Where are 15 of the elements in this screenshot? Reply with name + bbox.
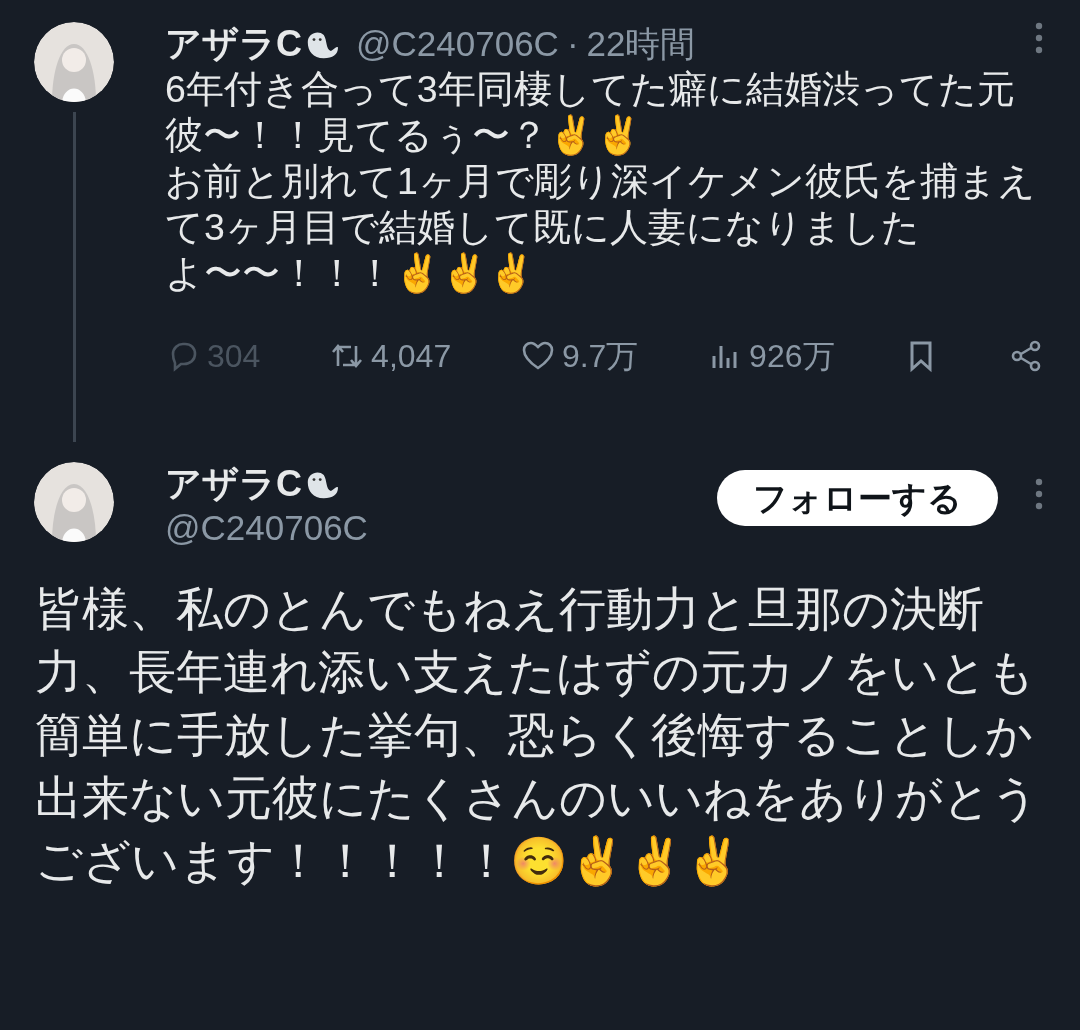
more-icon[interactable] (1034, 478, 1044, 510)
follow-button[interactable]: フォローする (717, 470, 998, 526)
more-icon[interactable] (1034, 22, 1044, 54)
like-button[interactable]: 9.7万 (519, 332, 639, 380)
tweet-text: お前と別れて1ヶ月で彫り深イケメン彼氏を捕まえて3ヶ月目で結婚して既に人妻になりましたよ〜〜！！！✌✌✌ (165, 159, 1037, 296)
views-button[interactable]: 926万 (707, 332, 835, 380)
tweet-text: 6年付き合って3年同棲してた癖に結婚渋ってた元彼〜！！見てるぅ〜？✌✌ (165, 67, 1016, 158)
author-name: アザラC (165, 22, 302, 66)
author-name: アザラC (165, 462, 302, 506)
retweet-button[interactable]: 4,047 (329, 332, 452, 380)
author-handle: @C240706C (356, 23, 559, 65)
author-handle: @C240706C (165, 507, 369, 549)
separator-dot: · (566, 23, 579, 65)
tweet-text: 皆様、私のとんでもねえ行動力と旦那の決断力、長年連れ添い支えたはずの元カノをいとも簡単に手放した挙句、恐らく後悔することしか出来ない元彼にたくさんのいいねをありがとうございます！！！！！☺✌✌✌ (35, 582, 1040, 889)
timestamp: 22時間 (586, 23, 696, 65)
